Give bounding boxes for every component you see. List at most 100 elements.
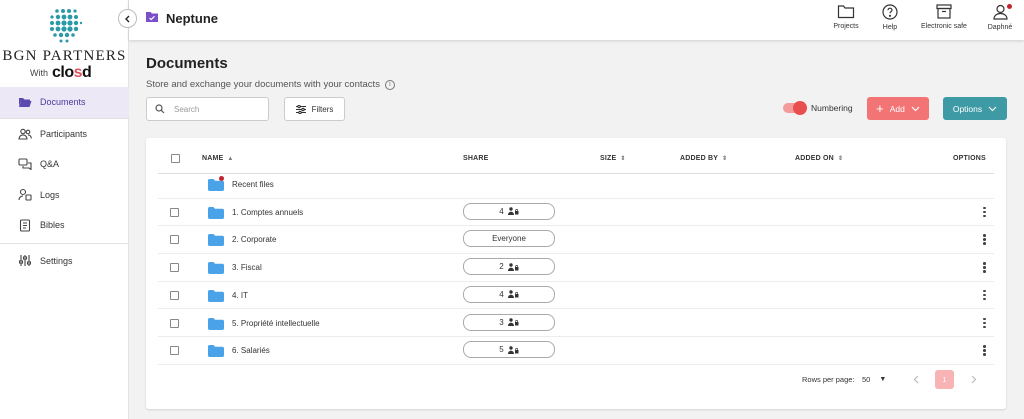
sidebar-item-qa[interactable]: Q&A <box>0 149 129 180</box>
users-lock-icon <box>507 290 519 299</box>
logo-dots-icon <box>50 9 82 43</box>
sort-icon: ⇕ <box>620 156 626 162</box>
col-added-on[interactable]: ADDED ON ⇕ <box>795 155 843 162</box>
table-row[interactable]: 1. Comptes annuels 4 <box>158 199 994 227</box>
options-label: Options <box>952 103 983 114</box>
row-checkbox[interactable] <box>170 263 179 273</box>
share-pill[interactable]: 2 <box>463 258 555 276</box>
table-row[interactable]: 3. Fiscal 2 <box>158 254 994 282</box>
plus-icon: + <box>876 101 884 116</box>
brand-with: With <box>30 68 48 78</box>
sidebar-item-bibles[interactable]: Bibles <box>0 210 129 241</box>
project-selector[interactable]: Neptune <box>145 11 218 26</box>
projects-button[interactable]: Projects <box>824 0 868 40</box>
divider <box>0 242 129 244</box>
users-icon <box>18 127 32 141</box>
share-count: 4 <box>499 206 504 216</box>
table-row[interactable]: 2. Corporate Everyone <box>158 226 994 255</box>
row-checkbox[interactable] <box>170 346 179 356</box>
row-options-icon[interactable] <box>983 289 987 302</box>
share-count: 2 <box>499 262 504 272</box>
share-count: 4 <box>499 289 504 299</box>
electronic-safe-button[interactable]: Electronic safe <box>912 0 976 40</box>
notification-dot <box>1007 4 1012 9</box>
brand-logo[interactable]: BGN PARTNERS With closd <box>0 6 129 84</box>
projects-label: Projects <box>833 23 859 30</box>
table-row[interactable]: 4. IT 4 <box>158 282 994 310</box>
row-name: 4. IT <box>232 290 249 300</box>
filters-button[interactable]: Filters <box>284 97 345 121</box>
col-options-label: OPTIONS <box>953 155 986 162</box>
row-options-icon[interactable] <box>983 234 987 246</box>
share-pill[interactable]: 4 <box>463 285 555 303</box>
sidebar-item-participants[interactable]: Participants <box>0 119 129 150</box>
search-box[interactable] <box>146 97 269 121</box>
col-added-by[interactable]: ADDED BY ⇕ <box>680 155 727 162</box>
add-label: Add <box>889 103 905 114</box>
options-button[interactable]: Options <box>943 97 1007 120</box>
table-row[interactable]: 6. Salariés 5 <box>158 337 994 365</box>
topbar-actions: Projects Help Electronic safe Daphné <box>824 0 1024 40</box>
folder-icon <box>208 317 224 330</box>
product-logo-end: d <box>82 64 92 81</box>
book-icon <box>18 218 32 232</box>
share-pill[interactable]: Everyone <box>463 230 555 248</box>
col-name[interactable]: NAME ▲ <box>202 155 234 162</box>
user-name: Daphné <box>987 24 1013 31</box>
numbering-switch[interactable] <box>783 101 807 115</box>
help-button[interactable]: Help <box>868 0 912 40</box>
row-checkbox[interactable] <box>170 290 179 300</box>
rows-per-page-label: Rows per page: <box>802 375 855 384</box>
folder-open-icon <box>18 95 32 109</box>
project-folder-icon <box>145 11 159 26</box>
rows-per-page-select[interactable]: 50 ▼ <box>862 375 886 384</box>
sliders-icon <box>18 254 32 268</box>
share-pill[interactable]: 3 <box>463 313 555 331</box>
recent-files-row[interactable]: Recent files <box>158 171 994 199</box>
row-options-icon[interactable] <box>983 345 987 357</box>
table-row[interactable]: 5. Propriété intellectuelle 3 <box>158 310 994 338</box>
page-subtitle: Store and exchange your documents with y… <box>146 79 395 90</box>
search-input[interactable] <box>174 104 264 114</box>
users-lock-icon <box>507 318 519 326</box>
page-button-current[interactable]: 1 <box>935 370 954 389</box>
info-icon[interactable]: i <box>384 79 395 90</box>
row-checkbox[interactable] <box>170 207 179 217</box>
sidebar-nav: Documents Participants Q&A Logs Bibles S… <box>0 87 129 276</box>
add-button[interactable]: + Add <box>867 97 929 120</box>
help-icon <box>882 4 898 20</box>
row-name: 1. Comptes annuels <box>232 207 304 217</box>
sidebar-item-logs[interactable]: Logs <box>0 180 129 211</box>
caret-down-icon: ▼ <box>879 376 887 383</box>
sidebar-item-documents[interactable]: Documents <box>0 87 129 118</box>
row-name: Recent files <box>232 180 274 189</box>
row-options-icon[interactable] <box>983 317 987 330</box>
user-icon <box>992 4 1008 20</box>
row-checkbox[interactable] <box>170 318 179 328</box>
select-all-checkbox[interactable] <box>171 154 180 163</box>
col-share-label: SHARE <box>463 155 489 162</box>
share-pill[interactable]: 4 <box>463 202 555 220</box>
documents-table: NAME ▲ SHARE SIZE ⇕ ADDED BY ⇕ ADDED ON ⇕ OP… <box>146 138 1006 409</box>
col-name-label: NAME <box>202 155 224 162</box>
prev-page-button[interactable] <box>906 370 925 389</box>
chevron-left-icon <box>913 375 918 384</box>
sidebar-item-settings[interactable]: Settings <box>0 246 129 277</box>
sidebar-item-label: Bibles <box>40 220 65 231</box>
row-name: 3. Fiscal <box>232 263 262 273</box>
brand-name: BGN PARTNERS <box>2 48 127 64</box>
col-size[interactable]: SIZE ⇕ <box>600 155 626 162</box>
numbering-toggle[interactable]: Numbering <box>783 101 853 115</box>
collapse-sidebar-button[interactable] <box>118 9 137 28</box>
users-lock-icon <box>507 207 519 216</box>
user-menu-button[interactable]: Daphné <box>976 0 1024 40</box>
chevron-left-icon <box>125 15 130 22</box>
row-checkbox[interactable] <box>170 235 179 245</box>
product-logo-part: clo <box>52 64 74 81</box>
next-page-button[interactable] <box>964 370 983 389</box>
share-pill[interactable]: 5 <box>463 341 555 359</box>
row-options-icon[interactable] <box>983 206 987 219</box>
row-options-icon[interactable] <box>983 262 987 274</box>
new-files-dot <box>219 176 224 181</box>
rows-per-page-value: 50 <box>862 375 871 384</box>
